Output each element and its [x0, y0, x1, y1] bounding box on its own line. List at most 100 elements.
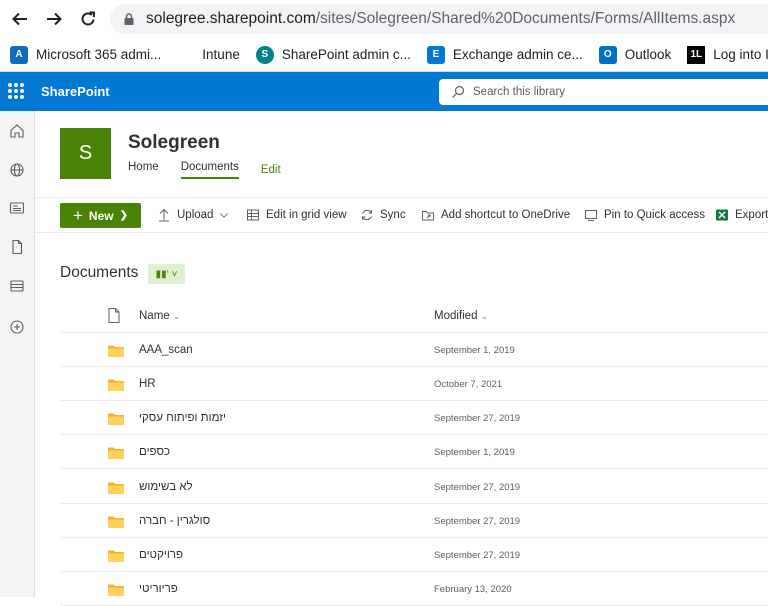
- grid-icon: [247, 209, 259, 221]
- forward-button[interactable]: [37, 2, 71, 36]
- folder-icon: [108, 482, 124, 494]
- add-circle-icon[interactable]: [8, 318, 26, 336]
- pin-button[interactable]: Pin to Quick access: [584, 208, 705, 222]
- list-item[interactable]: לא בשימוש September 27, 2019: [60, 470, 768, 504]
- nav-edit-link[interactable]: Edit: [261, 164, 281, 176]
- folder-icon: [108, 550, 124, 562]
- exchange-icon: E: [426, 45, 445, 64]
- file-name[interactable]: כספים: [139, 446, 170, 458]
- address-bar[interactable]: solegree.sharepoint.com/sites/Solegreen/…: [110, 4, 768, 34]
- search-placeholder: Search this library: [473, 86, 566, 98]
- folder-icon: [108, 447, 124, 459]
- column-modified-label: Modified: [434, 310, 478, 322]
- file-name[interactable]: סולגרין - חברה: [139, 515, 210, 527]
- library-view-icon: ▮▮‘ ˅: [155, 268, 178, 280]
- library-title: Documents: [60, 264, 139, 281]
- list-item[interactable]: AAA_scan September 1, 2019: [60, 333, 768, 367]
- modified-date: September 27, 2019: [434, 482, 521, 493]
- outlook-icon: O: [598, 45, 617, 64]
- bookmark-exchange-admin[interactable]: E Exchange admin ce...: [426, 45, 583, 64]
- lists-icon[interactable]: [8, 277, 26, 295]
- m365-admin-icon: A: [10, 45, 28, 64]
- reload-icon: [81, 11, 95, 26]
- chevron-down-icon: ❯: [119, 210, 128, 221]
- modified-date: September 27, 2019: [434, 413, 521, 424]
- reload-button[interactable]: [71, 2, 105, 36]
- sharepoint-icon: S: [255, 45, 274, 64]
- edit-grid-label: Edit in grid view: [266, 209, 347, 221]
- pin-label: Pin to Quick access: [604, 209, 705, 221]
- plus-icon: +: [72, 206, 83, 225]
- nav-home[interactable]: Home: [128, 161, 159, 177]
- intune-icon: [177, 46, 194, 63]
- bookmark-label: Microsoft 365 admi...: [36, 47, 162, 62]
- add-shortcut-button[interactable]: Add shortcut to OneDrive: [421, 208, 570, 222]
- add-shortcut-label: Add shortcut to OneDrive: [441, 209, 571, 221]
- new-label: New: [88, 208, 114, 223]
- home-icon[interactable]: [8, 122, 26, 140]
- app-launcher-icon[interactable]: [6, 81, 26, 101]
- file-name[interactable]: AAA_scan: [139, 344, 193, 356]
- list-item[interactable]: פרויקטים September 27, 2019: [60, 538, 768, 572]
- bookmark-m365-admin[interactable]: A Microsoft 365 admi...: [10, 45, 162, 64]
- url-path: /sites/Solegreen/Shared%20Documents/Form…: [315, 10, 736, 27]
- view-switcher[interactable]: ▮▮‘ ˅: [148, 264, 185, 284]
- sync-icon: [362, 209, 372, 221]
- list-item[interactable]: פריוריטי February 13, 2020: [60, 572, 768, 606]
- list-item[interactable]: סולגרין - חברה September 27, 2019: [60, 504, 768, 538]
- intralinks-icon: 1L: [687, 45, 706, 64]
- list-item[interactable]: כספים September 1, 2019: [60, 435, 768, 469]
- site-title[interactable]: Solegreen: [128, 132, 220, 154]
- folder-icon: [108, 413, 124, 425]
- lock-icon: [124, 13, 134, 25]
- bookmark-intralinks[interactable]: 1L Log into Intralin: [687, 45, 768, 64]
- list-item[interactable]: HR October 7, 2021: [60, 367, 768, 401]
- bookmark-sharepoint-admin[interactable]: S SharePoint admin c...: [255, 45, 411, 64]
- list-header: Name ⌄ Modified ⌄: [60, 300, 768, 333]
- bookmark-label: Intune: [202, 47, 240, 62]
- file-name[interactable]: לא בשימוש: [139, 481, 193, 493]
- chevron-down-icon: ⌄: [172, 311, 181, 321]
- upload-icon: [159, 208, 169, 222]
- globe-icon[interactable]: [8, 161, 26, 179]
- column-header-name[interactable]: Name ⌄: [139, 310, 180, 322]
- modified-date: September 1, 2019: [434, 447, 515, 458]
- url-host: solegree.sharepoint.com: [146, 10, 316, 27]
- column-header-modified[interactable]: Modified ⌄: [434, 310, 488, 322]
- sharepoint-brand[interactable]: SharePoint: [41, 84, 110, 99]
- news-icon[interactable]: [8, 199, 26, 217]
- edit-grid-button[interactable]: Edit in grid view: [246, 208, 347, 222]
- upload-button[interactable]: Upload: [157, 208, 229, 222]
- folder-icon: [108, 516, 124, 528]
- file-name[interactable]: HR: [139, 378, 156, 390]
- sync-button[interactable]: Sync: [360, 208, 406, 222]
- site-logo[interactable]: S: [60, 128, 111, 179]
- browser-toolbar: solegree.sharepoint.com/sites/Solegreen/…: [0, 0, 768, 38]
- file-name[interactable]: יזמות ופיתוח עסקי: [139, 412, 226, 424]
- folder-icon: [108, 584, 124, 596]
- list-item[interactable]: יזמות ופיתוח עסקי September 27, 2019: [60, 401, 768, 435]
- file-name[interactable]: פריוריטי: [139, 583, 178, 595]
- bookmark-label: Log into Intralin: [713, 47, 768, 62]
- export-button[interactable]: Export: [715, 208, 768, 222]
- arrow-left-icon: [12, 12, 27, 26]
- bookmark-intune[interactable]: Intune: [177, 46, 240, 63]
- file-name[interactable]: פרויקטים: [139, 549, 183, 561]
- column-name-label: Name: [139, 310, 170, 322]
- modified-date: September 27, 2019: [434, 550, 521, 561]
- modified-date: February 13, 2020: [434, 584, 512, 595]
- bookmark-outlook[interactable]: O Outlook: [598, 45, 672, 64]
- file-type-icon[interactable]: [108, 308, 120, 323]
- bookmark-label: Outlook: [624, 47, 672, 62]
- file-icon[interactable]: [8, 238, 26, 256]
- nav-documents[interactable]: Documents: [180, 161, 239, 179]
- modified-date: October 7, 2021: [434, 379, 503, 390]
- pin-icon: [585, 210, 597, 221]
- back-button[interactable]: [3, 2, 37, 36]
- modified-date: September 27, 2019: [434, 516, 521, 527]
- excel-icon: [716, 209, 728, 221]
- bookmark-label: SharePoint admin c...: [281, 47, 411, 62]
- search-icon: [452, 85, 465, 98]
- new-button[interactable]: + New ❯: [60, 203, 141, 228]
- search-input[interactable]: Search this library: [439, 79, 768, 105]
